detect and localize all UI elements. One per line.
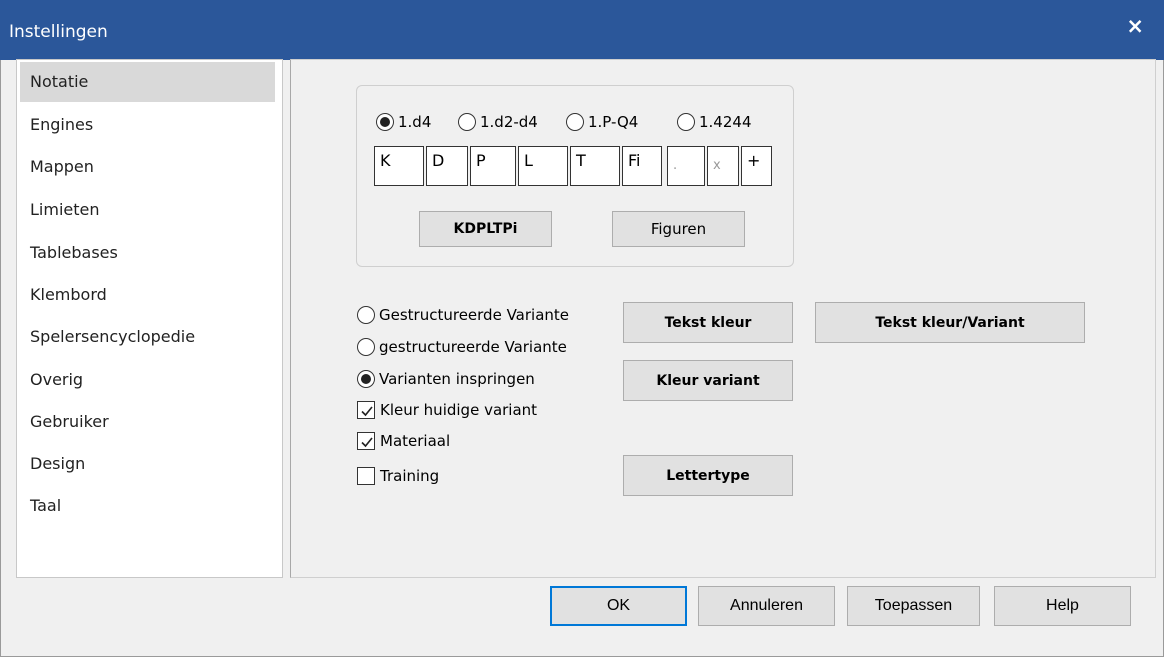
kleur-variant-button[interactable]: Kleur variant (623, 360, 793, 401)
sidebar-item-gebruiker[interactable]: Gebruiker (20, 402, 275, 442)
materiaal-label: Materiaal (380, 432, 451, 450)
piece-queen-field[interactable]: D (426, 146, 468, 186)
sidebar-item-spelersencyclopedie[interactable]: Spelersencyclopedie (20, 317, 275, 357)
variant-label-gestructureerde-upper: Gestructureerde Variante (379, 306, 570, 324)
kleur-huidige-variant-checkbox[interactable]: Kleur huidige variant (357, 401, 537, 419)
radio-checked-icon (376, 113, 394, 131)
sidebar-item-overig[interactable]: Overig (20, 360, 275, 400)
variant-radio-gestructureerde-lower[interactable]: gestructureerde Variante (357, 338, 567, 356)
radio-unchecked-icon (566, 113, 584, 131)
variant-label-gestructureerde-lower: gestructureerde Variante (379, 338, 567, 356)
apply-button[interactable]: Toepassen (847, 586, 980, 626)
sidebar-item-engines[interactable]: Engines (20, 105, 275, 145)
radio-unchecked-icon (677, 113, 695, 131)
radio-unchecked-icon (357, 306, 375, 324)
format-label-1d2d4: 1.d2-d4 (480, 113, 538, 131)
sidebar-item-klembord[interactable]: Klembord (20, 275, 275, 315)
lettertype-button[interactable]: Lettertype (623, 455, 793, 496)
close-icon[interactable]: × (1126, 14, 1144, 38)
kdpltpi-button[interactable]: KDPLTPi (419, 211, 552, 247)
materiaal-checkbox[interactable]: Materiaal (357, 432, 450, 450)
variant-radio-inspringen[interactable]: Varianten inspringen (357, 370, 535, 388)
help-button[interactable]: Help (994, 586, 1131, 626)
format-label-1d4: 1.d4 (398, 113, 432, 131)
format-radio-14244[interactable]: 1.4244 (677, 113, 752, 131)
tekst-kleur-variant-button[interactable]: Tekst kleur/Variant (815, 302, 1085, 343)
capture-symbol-field[interactable]: x (707, 146, 739, 186)
tekst-kleur-button[interactable]: Tekst kleur (623, 302, 793, 343)
radio-unchecked-icon (357, 338, 375, 356)
sidebar-item-limieten[interactable]: Limieten (20, 190, 275, 230)
format-radio-1d4[interactable]: 1.d4 (376, 113, 431, 131)
format-radio-1pq4[interactable]: 1.P-Q4 (566, 113, 638, 131)
variant-label-inspringen: Varianten inspringen (379, 370, 535, 388)
training-label: Training (380, 467, 440, 485)
title-bar: Instellingen × (0, 0, 1164, 60)
format-label-14244: 1.4244 (699, 113, 752, 131)
window-title: Instellingen (9, 22, 108, 42)
check-symbol-field[interactable]: + (741, 146, 772, 186)
format-radio-1d2d4[interactable]: 1.d2-d4 (458, 113, 538, 131)
move-separator-field[interactable]: . (667, 146, 705, 186)
variant-radio-gestructureerde-upper[interactable]: Gestructureerde Variante (357, 306, 569, 324)
sidebar-item-mappen[interactable]: Mappen (20, 147, 275, 187)
sidebar-item-taal[interactable]: Taal (20, 486, 275, 526)
sidebar-item-notatie[interactable]: Notatie (20, 62, 275, 102)
format-label-1pq4: 1.P-Q4 (588, 113, 639, 131)
training-checkbox[interactable]: Training (357, 467, 439, 485)
checkmark-icon (357, 432, 375, 450)
radio-checked-icon (357, 370, 375, 388)
checkmark-icon (357, 401, 375, 419)
figuren-button[interactable]: Figuren (612, 211, 745, 247)
sidebar-item-tablebases[interactable]: Tablebases (20, 233, 275, 273)
ok-button[interactable]: OK (550, 586, 687, 626)
sidebar-item-design[interactable]: Design (20, 444, 275, 484)
cancel-button[interactable]: Annuleren (698, 586, 835, 626)
kleur-huidige-variant-label: Kleur huidige variant (380, 401, 538, 419)
settings-sidebar: Notatie Engines Mappen Limieten Tablebas… (16, 59, 283, 578)
piece-pawn-field[interactable]: P (470, 146, 516, 186)
piece-rook-field[interactable]: T (570, 146, 620, 186)
piece-bishop-field[interactable]: L (518, 146, 568, 186)
piece-king-field[interactable]: K (374, 146, 424, 186)
unchecked-box-icon (357, 467, 375, 485)
radio-unchecked-icon (458, 113, 476, 131)
piece-knight-field[interactable]: Fi (622, 146, 662, 186)
